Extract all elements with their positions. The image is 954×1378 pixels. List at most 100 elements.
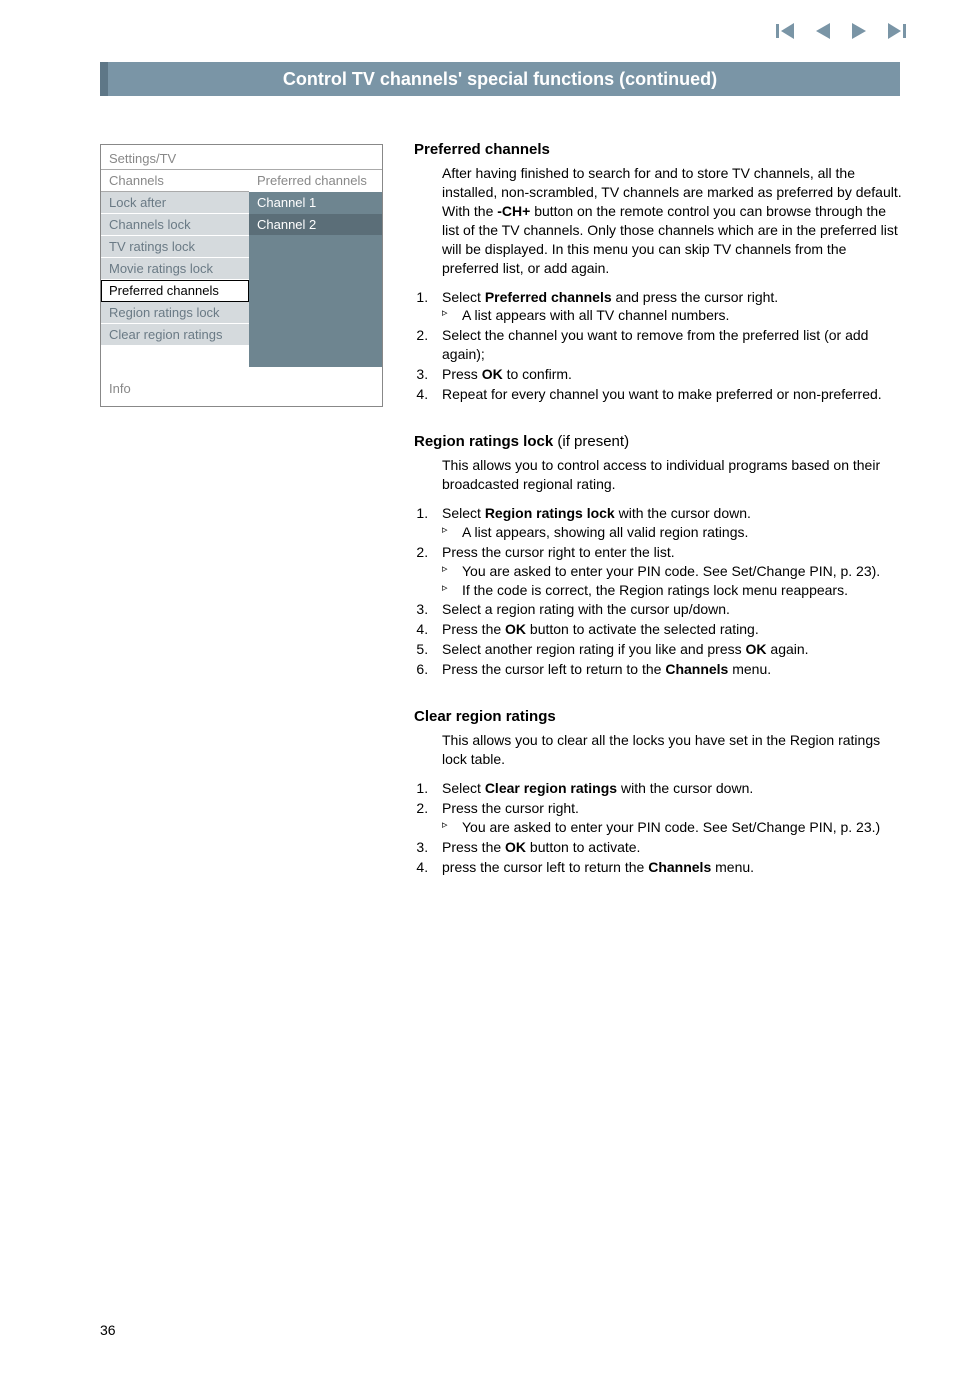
bold-text: Channels	[648, 859, 711, 875]
text: After having finished to search for and …	[442, 165, 902, 200]
text: again.	[767, 641, 809, 657]
text: with the cursor down.	[615, 505, 751, 521]
text: Select	[442, 505, 485, 521]
menu-item-value: Channel 1	[249, 192, 382, 214]
bold-text: OK	[746, 641, 767, 657]
section-desc: This allows you to control access to ind…	[442, 456, 904, 494]
menu-row: Region ratings lock	[101, 302, 382, 324]
text: Select	[442, 780, 485, 796]
menu-item-value: Channel 2	[249, 214, 382, 236]
text: menu.	[728, 661, 771, 677]
bold-text: Clear region ratings	[485, 780, 617, 796]
list-item: Select the channel you want to remove fr…	[432, 326, 904, 364]
menu-header-right: Preferred channels	[249, 170, 382, 192]
list-item: Press the OK button to activate the sele…	[432, 620, 904, 639]
menu-item-label: TV ratings lock	[101, 236, 249, 258]
text: Press	[442, 366, 482, 382]
list-item: Press OK to confirm.	[432, 365, 904, 384]
bold-text: OK	[482, 366, 503, 382]
menu-row-selected: Preferred channels	[101, 280, 382, 302]
list-item: press the cursor left to return the Chan…	[432, 858, 904, 877]
list-item: Repeat for every channel you want to mak…	[432, 385, 904, 404]
text: Press the cursor right to enter the list…	[442, 544, 675, 560]
sub-list: You are asked to enter your PIN code. Se…	[442, 818, 904, 837]
menu-row	[101, 346, 382, 367]
section-title-clear: Clear region ratings	[414, 707, 904, 727]
menu-item-value	[249, 324, 382, 346]
bold-text: Preferred channels	[485, 289, 612, 305]
menu-item-value	[249, 236, 382, 258]
page-section-header: Control TV channels' special functions (…	[100, 62, 900, 96]
menu-item-label	[101, 346, 249, 367]
pdf-nav-icons	[776, 22, 906, 40]
menu-item-label: Channels lock	[101, 214, 249, 236]
header-title: Control TV channels' special functions (…	[283, 69, 717, 89]
menu-item-label: Region ratings lock	[101, 302, 249, 324]
menu-item-label: Movie ratings lock	[101, 258, 249, 280]
steps-list: Select Preferred channels and press the …	[432, 288, 904, 404]
osd-menu: Settings/TV Channels Preferred channels …	[100, 144, 383, 407]
text: menu.	[711, 859, 754, 875]
bold-text: OK	[505, 621, 526, 637]
page-number: 36	[100, 1322, 116, 1338]
section-desc: This allows you to clear all the locks y…	[442, 731, 904, 769]
text: button to activate the selected rating.	[526, 621, 759, 637]
bold-text: Channels	[665, 661, 728, 677]
menu-row: Channels lock Channel 2	[101, 214, 382, 236]
list-item: Press the OK button to activate.	[432, 838, 904, 857]
text: Select another region rating if you like…	[442, 641, 746, 657]
text: to confirm.	[503, 366, 572, 382]
bold-text: -CH+	[497, 203, 530, 219]
sub-list: A list appears, showing all valid region…	[442, 523, 904, 542]
sub-list: You are asked to enter your PIN code. Se…	[442, 562, 904, 600]
list-item: You are asked to enter your PIN code. Se…	[442, 818, 904, 837]
list-item: If the code is correct, the Region ratin…	[442, 581, 904, 600]
list-item: Select Preferred channels and press the …	[432, 288, 904, 326]
steps-list: Select Clear region ratings with the cur…	[432, 779, 904, 876]
menu-header-left: Channels	[101, 170, 249, 192]
list-item: Press the cursor left to return to the C…	[432, 660, 904, 679]
list-item: Press the cursor right to enter the list…	[432, 543, 904, 600]
steps-list: Select Region ratings lock with the curs…	[432, 504, 904, 679]
section-title-preferred: Preferred channels	[414, 140, 904, 160]
text: Press the	[442, 621, 505, 637]
menu-item-value	[249, 302, 382, 324]
menu-row: Lock after Channel 1	[101, 192, 382, 214]
list-item: A list appears, showing all valid region…	[442, 523, 904, 542]
bold-text: OK	[505, 839, 526, 855]
breadcrumb: Settings/TV	[101, 145, 382, 170]
text: (if present)	[553, 433, 629, 450]
sub-list: A list appears with all TV channel numbe…	[442, 306, 904, 325]
menu-row: TV ratings lock	[101, 236, 382, 258]
menu-item-label: Lock after	[101, 192, 249, 214]
menu-info: Info	[101, 367, 382, 406]
menu-item-value	[249, 280, 382, 302]
list-item: You are asked to enter your PIN code. Se…	[442, 562, 904, 581]
list-item: Select Clear region ratings with the cur…	[432, 779, 904, 798]
skip-forward-icon[interactable]	[886, 22, 906, 40]
menu-header-row: Channels Preferred channels	[101, 170, 382, 192]
list-item: Select another region rating if you like…	[432, 640, 904, 659]
bold-text: Region ratings lock	[414, 433, 553, 450]
section-title-region: Region ratings lock (if present)	[414, 432, 904, 452]
bold-text: Region ratings lock	[485, 505, 615, 521]
text: button to activate.	[526, 839, 640, 855]
menu-item-value	[249, 258, 382, 280]
text: With the	[442, 203, 497, 219]
text: Press the	[442, 839, 505, 855]
skip-back-icon[interactable]	[776, 22, 796, 40]
text: Select	[442, 289, 485, 305]
menu-item-label: Clear region ratings	[101, 324, 249, 346]
list-item: Select a region rating with the cursor u…	[432, 600, 904, 619]
menu-row: Clear region ratings	[101, 324, 382, 346]
text: Press the cursor right.	[442, 800, 579, 816]
text: press the cursor left to return the	[442, 859, 648, 875]
list-item: Press the cursor right. You are asked to…	[432, 799, 904, 837]
body-content: Preferred channels After having finished…	[414, 140, 904, 904]
next-icon[interactable]	[850, 22, 868, 40]
section-desc: After having finished to search for and …	[442, 164, 904, 277]
menu-item-value	[249, 346, 382, 367]
menu-row: Movie ratings lock	[101, 258, 382, 280]
prev-icon[interactable]	[814, 22, 832, 40]
text: with the cursor down.	[617, 780, 753, 796]
